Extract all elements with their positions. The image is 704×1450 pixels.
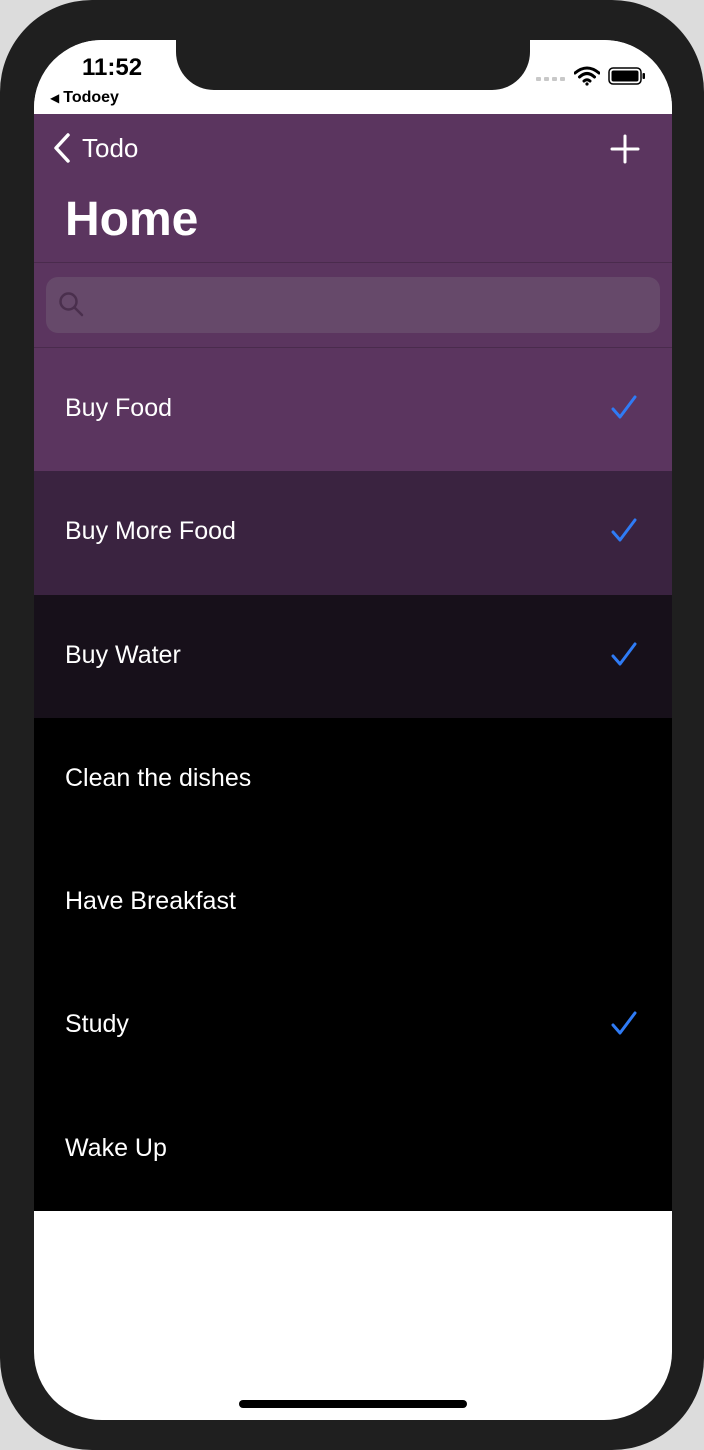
wifi-icon [574, 66, 600, 86]
cellular-signal-icon [536, 77, 565, 81]
back-app-label: Todoey [63, 89, 119, 106]
navigation-bar: Todo Home [34, 114, 672, 348]
phone-screen: 11:52 ◀ Todoey Todo Home Buy Food Buy Mo… [34, 40, 672, 1420]
search-input[interactable] [94, 287, 638, 325]
status-time: 11:52 [82, 54, 143, 81]
list-item[interactable]: Wake Up [34, 1087, 672, 1212]
divider [34, 262, 672, 263]
list-item[interactable]: Buy Food [34, 348, 672, 472]
list-item-label: Study [65, 1010, 129, 1039]
nav-back-label: Todo [82, 132, 139, 163]
list-item[interactable]: Have Breakfast [34, 841, 672, 965]
phone-frame: 11:52 ◀ Todoey Todo Home Buy Food Buy Mo… [0, 0, 704, 1450]
nav-back-button[interactable]: Todo [52, 132, 138, 164]
chevron-left-icon [54, 133, 70, 163]
back-triangle-icon: ◀ [50, 91, 60, 105]
page-title: Home [65, 193, 199, 246]
list-item[interactable]: Clean the dishes [34, 717, 672, 842]
list-item-label: Wake Up [65, 1133, 167, 1162]
plus-icon [610, 134, 640, 164]
list-item-label: Buy More Food [65, 517, 236, 546]
search-bar[interactable] [46, 277, 660, 333]
status-icons [536, 66, 646, 86]
checkmark-icon [611, 1011, 637, 1035]
list-item-label: Have Breakfast [65, 887, 236, 916]
search-icon [59, 292, 84, 317]
battery-icon [608, 67, 645, 85]
list-item[interactable]: Buy More Food [34, 471, 672, 595]
list-item-label: Buy Water [65, 640, 181, 669]
list-item-label: Clean the dishes [65, 763, 252, 792]
add-item-button[interactable] [610, 134, 640, 164]
notch [176, 40, 530, 90]
todo-list: Buy Food Buy More Food Buy Water Clean the … [34, 348, 672, 1212]
list-item[interactable]: Buy Water [34, 594, 672, 718]
checkmark-icon [611, 395, 637, 419]
list-item[interactable]: Study [34, 964, 672, 1088]
checkmark-icon [611, 518, 637, 542]
list-item-label: Buy Food [65, 394, 173, 422]
home-indicator[interactable] [239, 1400, 467, 1408]
back-to-app-link[interactable]: ◀ Todoey [50, 89, 119, 107]
checkmark-icon [611, 642, 637, 666]
